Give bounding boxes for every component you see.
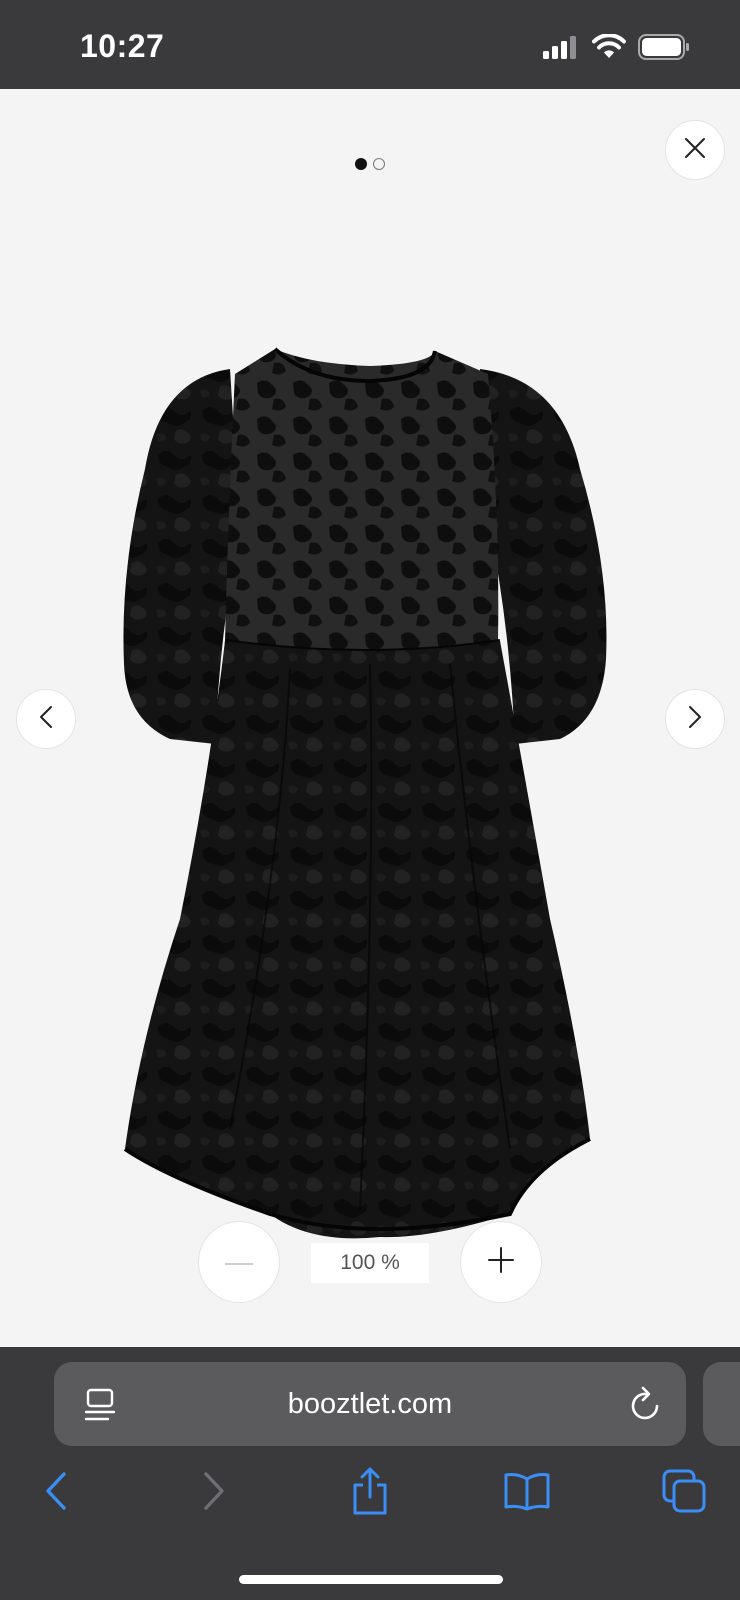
close-button[interactable] bbox=[665, 120, 725, 180]
tabs-button[interactable] bbox=[654, 1465, 714, 1521]
share-button[interactable] bbox=[340, 1465, 400, 1521]
tabs-icon bbox=[662, 1469, 706, 1518]
image-viewer: 100 % bbox=[0, 89, 740, 1347]
home-indicator bbox=[239, 1575, 503, 1584]
zoom-in-button[interactable] bbox=[460, 1221, 542, 1303]
pager-dot-active[interactable] bbox=[355, 158, 367, 170]
minus-icon bbox=[225, 1253, 253, 1271]
zoom-out-button[interactable] bbox=[198, 1221, 280, 1303]
next-image-button[interactable] bbox=[665, 689, 725, 749]
forward-button[interactable] bbox=[184, 1465, 244, 1521]
back-button[interactable] bbox=[26, 1465, 86, 1521]
close-icon bbox=[684, 137, 706, 164]
status-bar: 10:27 bbox=[0, 0, 740, 89]
wifi-icon bbox=[592, 33, 626, 65]
cellular-signal-icon bbox=[542, 35, 580, 64]
share-icon bbox=[350, 1467, 390, 1520]
address-bar[interactable]: booztlet.com bbox=[54, 1362, 686, 1446]
product-image[interactable] bbox=[110, 269, 630, 1259]
status-time: 10:27 bbox=[80, 28, 165, 64]
bookmarks-icon bbox=[503, 1471, 551, 1516]
chevron-left-icon bbox=[39, 705, 53, 734]
bookmarks-button[interactable] bbox=[497, 1465, 557, 1521]
pager-dot[interactable] bbox=[373, 158, 385, 170]
url-text[interactable]: booztlet.com bbox=[54, 1362, 686, 1446]
reload-icon[interactable] bbox=[629, 1386, 663, 1427]
status-icons bbox=[542, 33, 690, 65]
browser-chrome: booztlet.com bbox=[0, 1347, 740, 1600]
chevron-right-icon bbox=[688, 705, 702, 734]
forward-icon bbox=[203, 1471, 225, 1515]
next-tab-preview[interactable] bbox=[703, 1362, 740, 1446]
plus-icon bbox=[488, 1246, 514, 1278]
previous-image-button[interactable] bbox=[16, 689, 76, 749]
zoom-level: 100 % bbox=[311, 1243, 429, 1283]
image-pager bbox=[0, 158, 740, 170]
back-icon bbox=[45, 1471, 67, 1515]
battery-icon bbox=[638, 34, 690, 65]
